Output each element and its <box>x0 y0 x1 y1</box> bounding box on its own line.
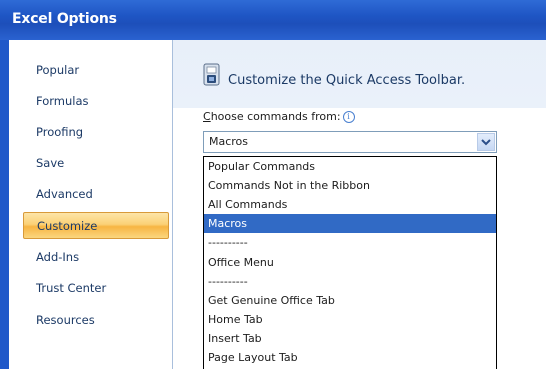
info-icon[interactable]: i <box>342 111 355 123</box>
commands-dropdown-list[interactable]: Popular Commands Commands Not in the Rib… <box>203 156 497 369</box>
dropdown-option-popular-commands[interactable]: Popular Commands <box>204 157 496 176</box>
options-sidebar: Popular Formulas Proofing Save Advanced … <box>9 40 173 369</box>
dropdown-option-macros[interactable]: Macros <box>204 214 496 233</box>
dropdown-option-all-commands[interactable]: All Commands <box>204 195 496 214</box>
choose-commands-dropdown[interactable]: Macros <box>203 131 497 153</box>
choose-commands-label: Choose commands from: i <box>203 110 355 123</box>
quick-access-toolbar-icon <box>203 63 220 86</box>
sidebar-item-formulas[interactable]: Formulas <box>25 89 167 113</box>
sidebar-item-popular[interactable]: Popular <box>25 58 167 82</box>
sidebar-item-trust-center[interactable]: Trust Center <box>25 276 167 300</box>
sidebar-item-resources[interactable]: Resources <box>25 308 167 332</box>
panel-title: Customize the Quick Access Toolbar. <box>228 73 466 88</box>
chevron-down-icon <box>481 139 491 146</box>
sidebar-item-proofing[interactable]: Proofing <box>25 120 167 144</box>
dropdown-option-get-genuine-office-tab[interactable]: Get Genuine Office Tab <box>204 291 496 310</box>
panel-header: Customize the Quick Access Toolbar. <box>173 40 546 108</box>
excel-options-dialog: Excel Options Popular Formulas Proofing … <box>0 0 546 369</box>
choose-label-text: hoose commands from: <box>210 110 341 123</box>
window-frame-left <box>0 40 9 369</box>
dropdown-option-insert-tab[interactable]: Insert Tab <box>204 329 496 348</box>
title-bar[interactable]: Excel Options <box>0 0 546 40</box>
dropdown-separator[interactable]: ---------- <box>204 272 496 291</box>
sidebar-item-customize[interactable]: Customize <box>23 212 169 239</box>
dropdown-option-commands-not-in-ribbon[interactable]: Commands Not in the Ribbon <box>204 176 496 195</box>
sidebar-item-add-ins[interactable]: Add-Ins <box>25 245 167 269</box>
window-title: Excel Options <box>12 11 117 27</box>
dropdown-option-page-layout-tab[interactable]: Page Layout Tab <box>204 348 496 367</box>
dropdown-selected-value: Macros <box>209 135 249 148</box>
dropdown-option-home-tab[interactable]: Home Tab <box>204 310 496 329</box>
sidebar-item-save[interactable]: Save <box>25 151 167 175</box>
dropdown-option-office-menu[interactable]: Office Menu <box>204 253 496 272</box>
dropdown-separator[interactable]: ---------- <box>204 233 496 252</box>
choose-label-accelerator: C <box>203 110 211 123</box>
dropdown-arrow-button[interactable] <box>477 133 495 151</box>
customize-panel: Customize the Quick Access Toolbar. Choo… <box>173 40 546 369</box>
sidebar-item-advanced[interactable]: Advanced <box>25 182 167 206</box>
